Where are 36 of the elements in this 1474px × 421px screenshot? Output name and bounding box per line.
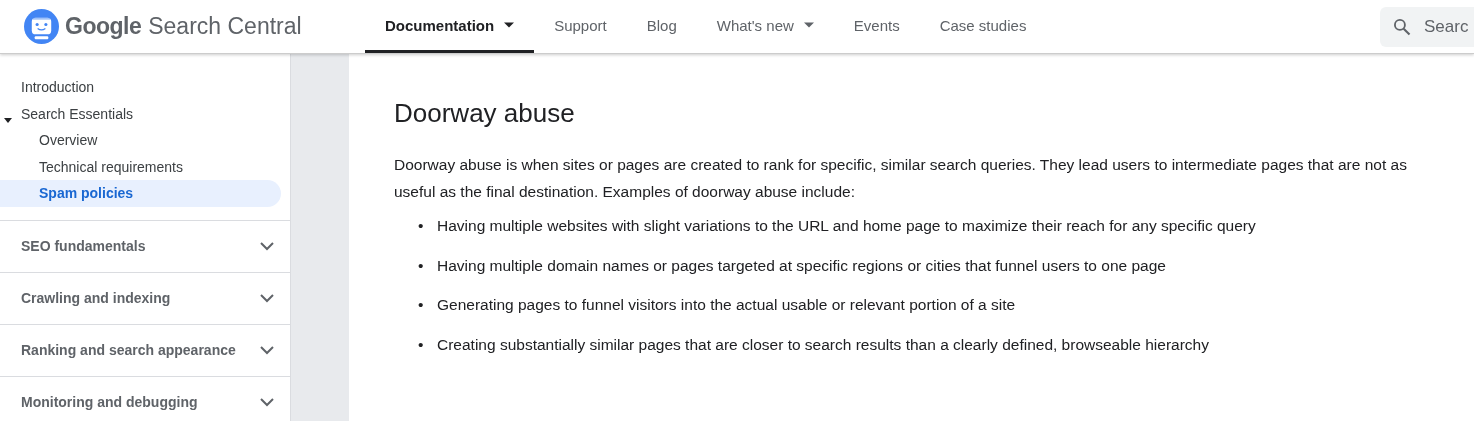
logo-product[interactable]: Search Central [148,13,302,40]
nav-tab[interactable]: Documentation [365,0,535,53]
search-icon [1392,16,1412,37]
logo-brand[interactable]: Google [65,13,142,40]
chevron-down-icon[interactable] [260,345,274,355]
sidebar-section[interactable]: Monitoring and debugging [0,375,290,421]
article-heading: Doorway abuse [394,98,576,129]
search-field[interactable]: Searc [1380,6,1474,47]
robot-logo-icon[interactable] [24,9,59,44]
nav-tab[interactable]: Support [534,0,627,53]
sidebar-section[interactable]: SEO fundamentals [0,219,290,272]
sidebar-item[interactable]: Spam policies [0,180,281,207]
nav-tab[interactable]: What's new [696,0,834,53]
expanded-triangle-icon[interactable] [4,117,12,123]
bullet-marker: • [418,216,425,236]
nav-tab[interactable]: Events [833,0,920,53]
bullet-marker: • [418,295,425,315]
nav-tab[interactable]: Case studies [919,0,1047,53]
search-input[interactable]: Searc [1424,16,1474,37]
bullet-marker: • [418,255,425,276]
sidebar-section[interactable]: Crawling and indexing [0,271,290,324]
article-paragraph: Doorway abuse is when sites or pages are created to rank for specific, similar search queries. They lead users to intermediate pages that are not as useful as the final destination. Examples of doorway abuse include: [394,155,1408,202]
bullet-item: Having multiple websites with slight variations to the URL and home page to maximize their reach for any specific query [437,216,1256,236]
chevron-down-icon[interactable] [260,241,274,251]
bullet-item: Having multiple domain names or pages targeted at specific regions or cities that funnel users to one page [437,255,1166,276]
sidebar-item[interactable]: Introduction [0,74,290,101]
sidebar-item[interactable]: Technical requirements [0,153,290,180]
nav-tab[interactable]: Blog [626,0,697,53]
sidebar-item[interactable]: Overview [0,127,290,154]
sidebar-section[interactable]: Ranking and search appearance [0,323,290,376]
chevron-down-icon[interactable] [260,293,274,303]
sidebar-item[interactable]: Search Essentials [0,100,290,127]
bullet-item: Generating pages to funnel visitors into the actual usable or relevant portion of a site [437,295,1016,315]
bullet-marker: • [418,334,425,355]
chevron-down-icon[interactable] [260,397,274,407]
bullet-item: Creating substantially similar pages that are closer to search results than a clearly defined, browseable hierarchy [437,334,1209,355]
